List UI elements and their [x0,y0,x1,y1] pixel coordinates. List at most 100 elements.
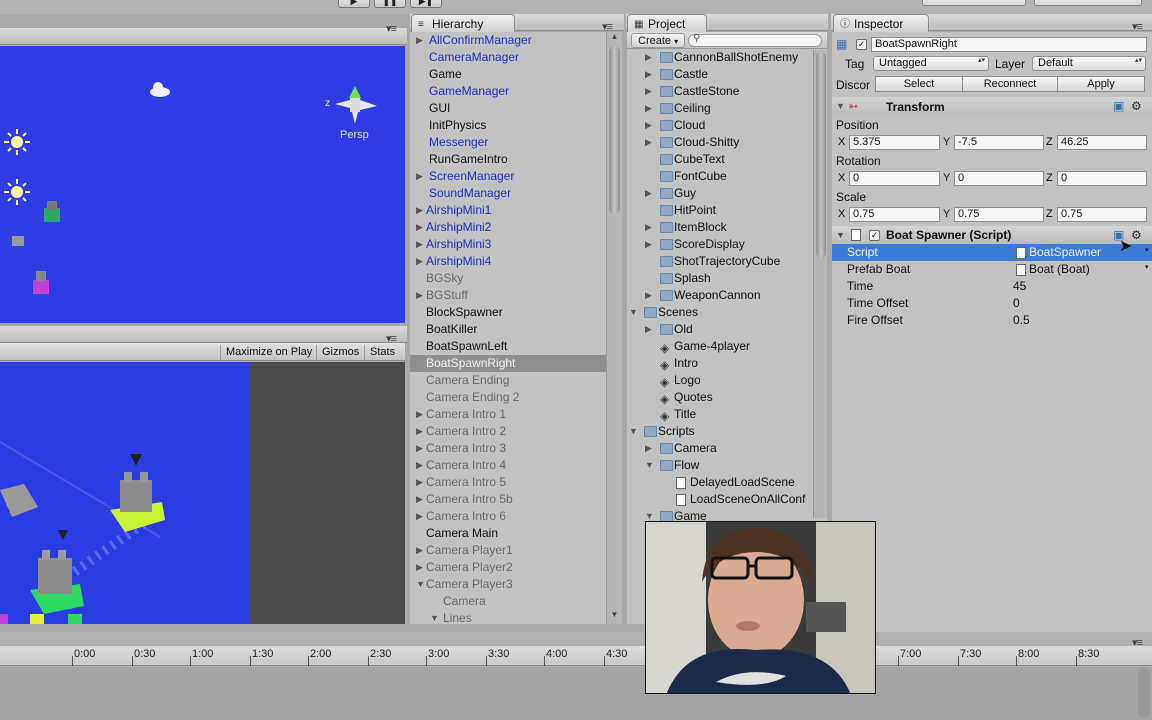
position-z-field[interactable]: 46.25 [1057,135,1147,150]
project-item[interactable]: ◈ Intro [627,355,813,372]
select-button[interactable]: Select [875,76,963,92]
hierarchy-item[interactable]: InitPhysics [410,117,606,134]
persp-label[interactable]: Persp [340,129,369,141]
scene-view[interactable]: z [0,46,405,323]
hierarchy-item[interactable]: ▶ Camera Intro 4 [410,457,606,474]
project-item[interactable]: ▶ Cloud [627,117,813,134]
hierarchy-item[interactable]: ▶ BGStuff [410,287,606,304]
project-item[interactable]: Splash [627,270,813,287]
collapse-arrow-icon[interactable]: ▼ [836,101,845,111]
project-item[interactable]: ▶ CastleStone [627,83,813,100]
hierarchy-item[interactable]: ▶ Camera Intro 3 [410,440,606,457]
component-enabled-checkbox[interactable]: ✓ [869,230,880,241]
project-item[interactable]: ◈ Game-4player [627,338,813,355]
create-button[interactable]: Create ▾ [631,33,686,48]
project-item[interactable]: FontCube [627,168,813,185]
hierarchy-item[interactable]: ▶ Camera Intro 2 [410,423,606,440]
scene-panel-menu-icon[interactable]: ▾≡ [386,22,397,35]
hierarchy-item[interactable]: BlockSpawner [410,304,606,321]
expand-arrow-icon[interactable]: ▶ [416,32,423,49]
expand-arrow-icon[interactable]: ▶ [645,440,652,457]
project-item[interactable]: CubeText [627,151,813,168]
hierarchy-item[interactable]: ▶ Camera Intro 5 [410,474,606,491]
hierarchy-item[interactable]: ▶ AirshipMini4 [410,253,606,270]
expand-arrow-icon[interactable]: ▶ [416,491,423,508]
tag-dropdown[interactable]: Untagged [873,56,989,71]
hierarchy-item[interactable]: ▶ AirshipMini2 [410,219,606,236]
help-book-icon[interactable]: ▣ [1113,99,1124,113]
rotation-x-field[interactable]: 0 [849,171,940,186]
expand-arrow-icon[interactable]: ▶ [416,457,423,474]
expand-arrow-icon[interactable]: ▶ [645,185,652,202]
collapse-arrow-icon[interactable]: ▼ [836,230,845,240]
project-item[interactable]: ▶ WeaponCannon [627,287,813,304]
expand-arrow-icon[interactable]: ▶ [645,66,652,83]
project-item[interactable]: ShotTrajectoryCube [627,253,813,270]
script-field-value[interactable]: 0 [1013,296,1020,310]
hierarchy-item[interactable]: ▶ Camera Intro 1 [410,406,606,423]
expand-open-arrow-icon[interactable]: ▼ [629,423,638,440]
project-item[interactable]: ▶ Cloud-Shitty [627,134,813,151]
project-item[interactable]: ▶ CannonBallShotEnemy [627,49,813,66]
hierarchy-item[interactable]: Game [410,66,606,83]
expand-open-arrow-icon[interactable]: ▼ [629,304,638,321]
project-item[interactable]: LoadSceneOnAllConf [627,491,813,508]
hierarchy-item[interactable]: GUI [410,100,606,117]
active-checkbox[interactable]: ✓ [856,39,867,50]
expand-open-arrow-icon[interactable]: ▼ [416,576,425,593]
script-field-value[interactable]: BoatSpawner [1029,245,1101,259]
reconnect-button[interactable]: Reconnect [962,76,1058,92]
scale-x-field[interactable]: 0.75 [849,207,940,222]
expand-open-arrow-icon[interactable]: ▼ [430,610,439,624]
project-item[interactable]: ◈ Title [627,406,813,423]
project-item[interactable]: ▶ ScoreDisplay [627,236,813,253]
hierarchy-item[interactable]: ▼ Camera Player3 [410,576,606,593]
hierarchy-item[interactable]: ▶ Camera Intro 6 [410,508,606,525]
stats-button[interactable]: Stats [364,345,400,360]
expand-arrow-icon[interactable]: ▶ [416,168,423,185]
project-item[interactable]: ▼ Scripts [627,423,813,440]
expand-arrow-icon[interactable]: ▶ [645,321,652,338]
hierarchy-scroll-thumb[interactable] [609,46,620,214]
rotation-y-field[interactable]: 0 [954,171,1044,186]
expand-arrow-icon[interactable]: ▶ [416,508,423,525]
expand-arrow-icon[interactable]: ▶ [645,219,652,236]
expand-arrow-icon[interactable]: ▶ [416,253,423,270]
hierarchy-item[interactable]: GameManager [410,83,606,100]
scale-z-field[interactable]: 0.75 [1057,207,1147,222]
expand-arrow-icon[interactable]: ▶ [416,542,423,559]
expand-arrow-icon[interactable]: ▶ [645,287,652,304]
gear-icon[interactable]: ⚙ [1131,228,1142,242]
hierarchy-item[interactable]: ▶ AirshipMini3 [410,236,606,253]
script-field-value[interactable]: Boat (Boat) [1029,262,1090,276]
layer-dropdown[interactable]: Default [1032,56,1146,71]
hierarchy-item[interactable]: Camera [410,593,606,610]
hierarchy-item[interactable]: ▶ Camera Player2 [410,559,606,576]
hierarchy-item[interactable]: BoatKiller [410,321,606,338]
hierarchy-item[interactable]: BoatSpawnLeft [410,338,606,355]
apply-button[interactable]: Apply [1057,76,1145,92]
hierarchy-item[interactable]: ▼ Lines [410,610,606,624]
project-item[interactable]: ◈ Logo [627,372,813,389]
gear-icon[interactable]: ⚙ [1131,99,1142,113]
hierarchy-item[interactable]: ▶ AllConfirmManager [410,32,606,49]
scroll-down-icon[interactable]: ▼ [607,610,622,620]
hierarchy-item[interactable]: ▶ Camera Intro 5b [410,491,606,508]
hierarchy-item[interactable]: Camera Main [410,525,606,542]
project-item[interactable]: HitPoint [627,202,813,219]
layout-dropdown[interactable] [1034,0,1142,6]
timeline-scrollbar[interactable] [1138,668,1150,718]
project-item[interactable]: ▶ Ceiling [627,100,813,117]
expand-arrow-icon[interactable]: ▶ [416,236,423,253]
hierarchy-item[interactable]: ▶ ScreenManager [410,168,606,185]
position-y-field[interactable]: -7.5 [954,135,1044,150]
hierarchy-item[interactable]: ▶ Camera Player1 [410,542,606,559]
expand-arrow-icon[interactable]: ▶ [645,117,652,134]
expand-open-arrow-icon[interactable]: ▼ [645,457,654,474]
expand-arrow-icon[interactable]: ▶ [416,406,423,423]
hierarchy-item[interactable]: BGSky [410,270,606,287]
hierarchy-item[interactable]: BoatSpawnRight [410,355,606,372]
project-item[interactable]: ▶ Castle [627,66,813,83]
object-picker-icon[interactable]: ▾ [1145,246,1149,254]
project-scrollbar[interactable] [813,50,827,518]
